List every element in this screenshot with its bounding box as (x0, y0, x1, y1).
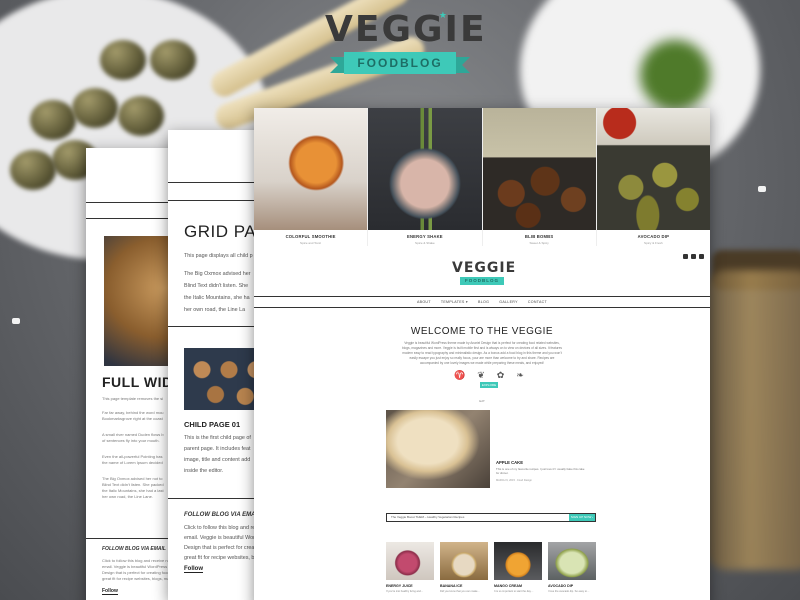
welcome-heading: WELCOME TO THE VEGGIE (410, 326, 554, 337)
brand-logo: ★ VEGGIE FOODBLOG (325, 9, 487, 74)
section-label: EAT (479, 399, 485, 403)
post-title: MANGO CREAM (494, 584, 522, 588)
featured-slider: COLORFUL SMOOTHIE Spice and Tonic ENERGY… (254, 108, 710, 246)
avocado-dip-photo (548, 542, 596, 580)
slide-subtitle: Spice and Tonic (300, 241, 322, 245)
salt-speck (758, 186, 766, 192)
shake-photo (368, 108, 482, 230)
herb-icon[interactable]: ✿ (497, 370, 505, 380)
slide-title: COLORFUL SMOOTHIE (285, 234, 336, 239)
slide[interactable]: COLORFUL SMOOTHIE Spice and Tonic (254, 108, 369, 246)
post-excerpt: Did you know that you can make… (440, 590, 481, 593)
slide-title: ENERGY SHAKE (406, 234, 443, 239)
mango-cream-photo (494, 542, 542, 580)
pepper-icon[interactable]: ❦ (477, 370, 485, 380)
nav-gallery[interactable]: GALLERY (499, 300, 518, 304)
featured-post-card: APPLE CAKE This is one of my favourite r… (490, 410, 596, 488)
leaf-icon[interactable]: ♈ (454, 370, 465, 380)
salt-speck (12, 318, 20, 324)
follow-button[interactable]: Follow (102, 588, 118, 595)
main-nav: ABOUT TEMPLATES ▾ BLOG GALLERY CONTACT (254, 296, 710, 308)
slide[interactable]: BLIB BOMBS Sweet & Spicy (482, 108, 597, 246)
email-field[interactable]: The Veggie Boost THEM – Healthy Vegetari… (387, 514, 569, 521)
post-card[interactable]: AVOCADO DIP I love the avocado dip. So e… (548, 542, 596, 593)
slide-subtitle: Spicy & Fresh (644, 241, 663, 245)
slide-subtitle: Sweet & Spicy (529, 241, 549, 245)
facebook-icon[interactable] (683, 254, 688, 259)
category-icons: ♈ ❦ ✿ ❧ (454, 370, 524, 380)
logo-wordmark: VEGGIE (325, 9, 487, 50)
olive-shape (10, 150, 56, 190)
post-excerpt: This is one of my favourite recipes. I j… (496, 467, 585, 475)
homepage-preview: COLORFUL SMOOTHIE Spice and Tonic ENERGY… (254, 108, 710, 600)
post-excerpt: I love the avocado dip. So easy to… (548, 590, 590, 593)
post-card[interactable]: ENERGY JUICE If you're into healthy livi… (386, 542, 434, 593)
salt-speck (730, 108, 735, 113)
featured-post[interactable]: APPLE CAKE This is one of my favourite r… (386, 410, 596, 488)
child-page-title[interactable]: CHILD PAGE 01 (184, 420, 240, 429)
nav-templates[interactable]: TEMPLATES ▾ (441, 300, 468, 304)
slide-title: BLIB BOMBS (524, 234, 554, 239)
bombs-photo (482, 108, 596, 230)
instagram-icon[interactable] (699, 254, 704, 259)
olive-shape (30, 100, 76, 140)
nav-about[interactable]: ABOUT (417, 300, 431, 304)
site-logo[interactable]: VEGGIE FOODBLOG (452, 260, 517, 285)
post-title: AVOCADO DIP (548, 584, 574, 588)
smoothie-photo (254, 108, 368, 230)
slide-title: AVOCADO DIP (637, 234, 670, 239)
nav-contact[interactable]: CONTACT (528, 300, 547, 304)
follow-heading: FOLLOW BLOG VIA EMAIL (184, 512, 261, 518)
intro-text: Veggie is beautiful WordPress theme made… (402, 341, 562, 365)
post-card[interactable]: BANANA ICE Did you know that you can mak… (440, 542, 488, 593)
olive-shape (118, 96, 164, 136)
banana-ice-photo (440, 542, 488, 580)
logo-ribbon: FOODBLOG (460, 277, 504, 285)
post-card[interactable]: MANGO CREAM It is so important to start … (494, 542, 542, 593)
herb-shape (640, 40, 710, 110)
slide[interactable]: ENERGY SHAKE Spice & Shake (368, 108, 483, 246)
olive-shape (100, 40, 146, 80)
explore-button[interactable]: EXPLORE (480, 382, 498, 388)
newsletter-form: The Veggie Boost THEM – Healthy Vegetari… (386, 513, 596, 522)
logo-ribbon: FOODBLOG (330, 52, 470, 74)
jar-shape (706, 270, 800, 570)
slide-subtitle: Spice & Shake (415, 241, 435, 245)
social-links (683, 254, 704, 259)
apple-cake-photo (386, 410, 490, 488)
energy-juice-photo (386, 542, 434, 580)
olive-shape (150, 40, 196, 80)
post-meta: MARCH 9, 2015 · Food Design (496, 479, 532, 482)
logo-wordmark: VEGGIE (452, 260, 517, 276)
avocado-dip-photo (596, 108, 710, 230)
post-title: ENERGY JUICE (386, 584, 413, 588)
follow-button[interactable]: Follow (184, 566, 203, 573)
logo-star-icon: ★ (438, 10, 447, 20)
twitter-icon[interactable] (691, 254, 696, 259)
nav-blog[interactable]: BLOG (478, 300, 489, 304)
post-excerpt: It is so important to start the day… (494, 590, 534, 593)
post-excerpt: If you're into healthy living and… (386, 590, 424, 593)
signup-button[interactable]: SIGN UP NOW › (569, 514, 595, 521)
sprout-icon[interactable]: ❧ (516, 370, 524, 380)
slide[interactable]: AVOCADO DIP Spicy & Fresh (596, 108, 710, 246)
post-title: BANANA ICE (440, 584, 463, 588)
recent-posts: ENERGY JUICE If you're into healthy livi… (386, 542, 596, 593)
post-title[interactable]: APPLE CAKE (496, 460, 523, 465)
olive-shape (72, 88, 118, 128)
follow-heading: FOLLOW BLOG VIA EMAIL (102, 546, 166, 552)
